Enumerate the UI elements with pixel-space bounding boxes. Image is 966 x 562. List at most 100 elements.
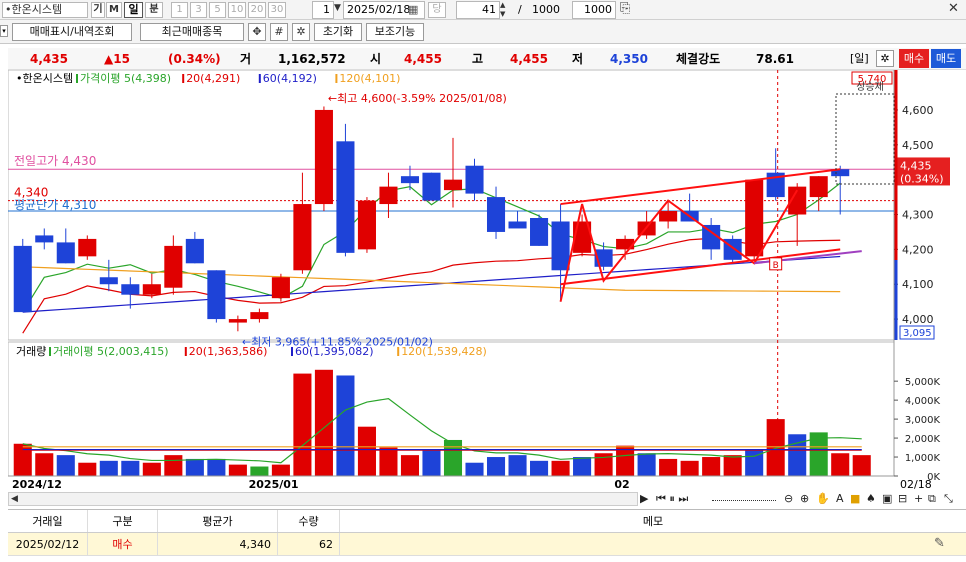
stock-name-field[interactable]: •한온시스템 xyxy=(2,2,88,18)
zoom-slider[interactable] xyxy=(712,493,776,501)
open-label: 시 xyxy=(370,52,382,66)
legend-swatch xyxy=(291,347,293,356)
candle-body xyxy=(35,235,54,243)
edit-pencil-icon[interactable]: ✎ xyxy=(934,536,945,551)
zoom-in-icon[interactable]: ⊕ xyxy=(800,492,809,506)
date-label: 02 xyxy=(614,478,629,490)
legend-swatch xyxy=(184,347,187,356)
volume-bar xyxy=(465,462,484,476)
dropdown-arrow-icon[interactable]: ▼ xyxy=(334,3,341,13)
row-qty: 62 xyxy=(278,533,340,555)
price-tick-label: 4,200 xyxy=(902,243,934,256)
chart-area[interactable]: 4,0004,1004,2004,3004,4004,5004,6000K1,0… xyxy=(8,70,966,490)
legend-title: 거래량 xyxy=(16,345,46,358)
row-date: 2025/02/12 xyxy=(8,533,88,555)
today-button[interactable]: 당 xyxy=(428,2,446,18)
volume-bar xyxy=(142,462,161,476)
col-date-header: 거래일 xyxy=(8,510,88,532)
bars-count-field[interactable]: 41 xyxy=(456,1,500,19)
chart-scrollbar[interactable]: ◀ xyxy=(8,492,638,506)
spinner-icon[interactable]: ▲ ▼ xyxy=(500,1,505,19)
playback-controls-icon[interactable]: ⏮ ⏸ ⏭ xyxy=(656,492,688,506)
volume-bar xyxy=(228,464,247,476)
pan-hand-icon[interactable]: ✋ xyxy=(816,492,830,506)
volume-bar xyxy=(271,464,290,476)
period-button-3[interactable]: 3 xyxy=(190,2,207,18)
date-label: 2025/01 xyxy=(249,478,299,490)
orders-header: 거래일 구분 평균가 수량 메모 xyxy=(8,509,966,533)
zoom-out-icon[interactable]: ⊖ xyxy=(784,492,793,506)
price-change-pct: (0.34%) xyxy=(168,52,221,66)
volume-bar xyxy=(766,419,785,476)
volume-bar xyxy=(13,443,32,476)
legend-swatch xyxy=(335,74,338,83)
indicator-icon[interactable]: ♠ xyxy=(866,492,876,506)
volume-tick-label: 1,000K xyxy=(905,453,941,464)
candle-body xyxy=(745,179,764,257)
candle-body xyxy=(271,277,290,299)
period-button-20[interactable]: 20 xyxy=(248,2,266,18)
add-icon[interactable]: + xyxy=(914,492,923,506)
row-memo[interactable] xyxy=(340,533,966,555)
legend-entry: 120(1,539,428) xyxy=(401,345,487,358)
period-button-기[interactable]: 기 xyxy=(91,2,105,18)
recent-items-button[interactable]: 최근매매종목 xyxy=(140,23,244,41)
period-button-M[interactable]: M xyxy=(106,2,122,18)
candle-body xyxy=(142,284,161,295)
grid-icon[interactable]: # xyxy=(270,23,288,41)
expand-icon[interactable]: ⤡ xyxy=(944,492,953,506)
volume-tick-label: 5,000K xyxy=(905,377,941,388)
layout-icon[interactable]: ▣ xyxy=(882,492,892,506)
aux-function-button[interactable]: 보조기능 xyxy=(366,23,424,41)
volume-bar xyxy=(35,453,54,476)
period-button-분[interactable]: 분 xyxy=(145,2,163,18)
table-row[interactable]: 2025/02/12 매수 4,340 62 ✎ xyxy=(8,533,966,556)
volume-bar xyxy=(508,455,527,476)
text-tool-icon[interactable]: A xyxy=(836,492,844,506)
volume-bar xyxy=(723,455,742,476)
legend-title: •한온시스템 xyxy=(16,72,73,85)
close-icon[interactable]: ✕ xyxy=(948,1,959,16)
count-field[interactable]: 1 xyxy=(312,1,334,19)
copy-icon[interactable]: ⧉ xyxy=(928,492,936,506)
sell-button[interactable]: 매도 xyxy=(931,49,961,68)
chart-settings-icon[interactable]: ✲ xyxy=(876,50,894,67)
period-button-5[interactable]: 5 xyxy=(209,2,226,18)
period-button-1[interactable]: 1 xyxy=(171,2,188,18)
collapse-icon[interactable]: ▾ xyxy=(0,25,8,37)
current-price-axis: 4,435 xyxy=(900,159,932,172)
volume-bar xyxy=(400,455,420,476)
candle-body xyxy=(659,211,678,222)
highlight-icon[interactable]: ■ xyxy=(850,492,860,506)
split-view-icon[interactable]: ⊟ xyxy=(898,492,907,506)
legend-swatch xyxy=(76,74,78,83)
candle-body xyxy=(809,176,828,198)
forecast-tag: 상승제 xyxy=(856,81,884,93)
stock-chart-svg[interactable]: 4,0004,1004,2004,3004,4004,5004,6000K1,0… xyxy=(8,70,966,490)
col-side-header: 구분 xyxy=(88,510,158,532)
high-label: 고 xyxy=(472,52,484,66)
legend-entry: 거래이평 5(2,003,415) xyxy=(53,345,169,358)
price-tick-label: 4,500 xyxy=(902,139,934,152)
volume-tick-label: 4,000K xyxy=(905,396,941,407)
trade-display-button[interactable]: 매매표시/내역조회 xyxy=(12,23,132,41)
buy-button[interactable]: 매수 xyxy=(899,49,929,68)
current-price: 4,435 xyxy=(30,52,68,66)
period-button-일[interactable]: 일 xyxy=(124,2,143,18)
calendar-icon[interactable]: ▦ xyxy=(408,3,418,16)
volume-bar xyxy=(680,460,699,476)
export-icon[interactable]: ⎘ xyxy=(620,1,630,16)
settings-gear-icon[interactable]: ✲ xyxy=(292,23,310,41)
reset-button[interactable]: 초기화 xyxy=(314,23,362,41)
crosshair-icon[interactable]: ✥ xyxy=(248,23,266,41)
legend-swatch xyxy=(49,347,51,356)
volume-bar xyxy=(422,449,441,476)
strength-value: 78.61 xyxy=(756,52,794,66)
col-price-header: 평균가 xyxy=(158,510,278,532)
period-button-30[interactable]: 30 xyxy=(268,2,286,18)
col-memo-header: 메모 xyxy=(642,515,664,528)
scroll-left-icon[interactable]: ◀ xyxy=(11,493,18,505)
period-button-10[interactable]: 10 xyxy=(228,2,246,18)
max-bars-field[interactable]: 1000 xyxy=(572,1,616,19)
scroll-right-icon[interactable]: ▶ xyxy=(640,492,648,506)
